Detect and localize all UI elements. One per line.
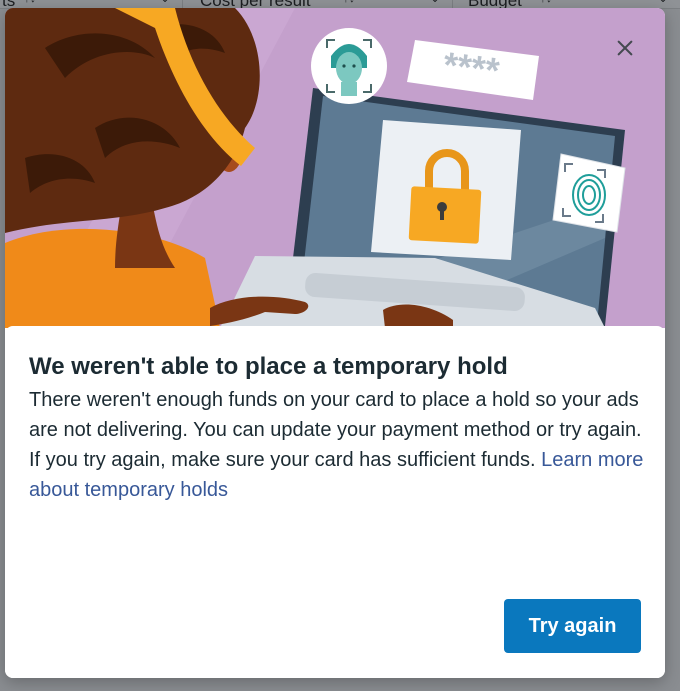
column-divider: [182, 0, 183, 8]
sort-icon: ↑↓: [24, 0, 36, 5]
chevron-down-icon: ⌄: [658, 0, 668, 5]
dialog-body: There weren't enough funds on your card …: [29, 385, 649, 505]
column-divider: [452, 0, 453, 8]
close-icon[interactable]: [611, 34, 639, 62]
dialog-content: We weren't able to place a temporary hol…: [5, 326, 665, 678]
face-scan-icon: [311, 28, 387, 104]
padlock-icon: [371, 120, 521, 260]
temporary-hold-dialog: **** We weren't able to place a temporar…: [5, 8, 665, 678]
sort-icon: ↑↓: [343, 0, 355, 5]
hero-illustration: ****: [5, 8, 665, 328]
password-mask: ****: [441, 44, 502, 92]
chevron-down-icon: ⌄: [430, 0, 440, 5]
dialog-title: We weren't able to place a temporary hol…: [29, 353, 508, 380]
try-again-button[interactable]: Try again: [504, 599, 641, 653]
fingerprint-icon: [552, 153, 626, 233]
sort-icon: ↑↓: [540, 0, 552, 5]
chevron-down-icon: ⌄: [160, 0, 170, 5]
